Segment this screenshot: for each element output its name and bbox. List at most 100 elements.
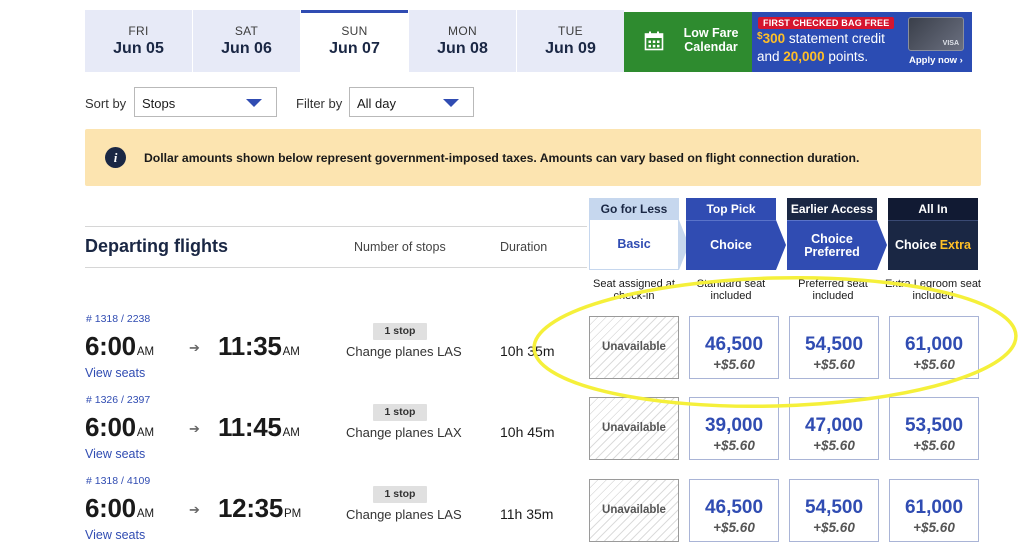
chevron-down-icon xyxy=(246,99,262,107)
depart-time-value: 6:00 xyxy=(85,412,136,442)
fare-points: 61,000 xyxy=(904,497,964,518)
date-tab-fri[interactable]: FRI Jun 05 xyxy=(85,10,192,72)
promo-line1: $300 statement credit xyxy=(757,31,885,46)
fare-choice-preferred-button[interactable]: 54,500 +$5.60 xyxy=(789,479,879,542)
change-planes: Change planes LAS xyxy=(346,344,462,359)
arrow-right-icon: ➔ xyxy=(189,502,200,517)
stops-badge: 1 stop xyxy=(373,323,427,340)
fare-choice-button[interactable]: 46,500 +$5.60 xyxy=(689,316,779,379)
arrive-ampm: AM xyxy=(282,346,300,358)
flight-duration: 11h 35m xyxy=(500,506,554,522)
apply-now-link[interactable]: Apply now › xyxy=(909,55,963,66)
arrive-ampm: AM xyxy=(282,427,300,439)
fare-header-name: Choice Extra xyxy=(888,220,978,270)
flight-duration: 10h 45m xyxy=(500,424,555,440)
stops-badge: 1 stop xyxy=(373,486,427,503)
tax-info-banner: i Dollar amounts shown below represent g… xyxy=(85,129,981,186)
flight-number: # 1318 / 2238 xyxy=(86,313,151,325)
arrive-time-value: 11:35 xyxy=(218,331,282,361)
date-tab-date: Jun 08 xyxy=(437,40,488,57)
fare-header-name: Basic xyxy=(589,220,679,270)
fare-header-choice-preferred[interactable]: Earlier Access Choice Preferred xyxy=(787,198,877,270)
view-seats-link[interactable]: View seats xyxy=(85,528,145,542)
flight-number: # 1326 / 2397 xyxy=(86,394,151,406)
fare-choice-extra-button[interactable]: 61,000 +$5.60 xyxy=(889,316,979,379)
fare-points: 47,000 xyxy=(804,415,864,436)
low-fare-label: Low Fare Calendar xyxy=(676,26,746,54)
date-tab-date: Jun 05 xyxy=(113,40,164,57)
arrive-time-value: 12:35 xyxy=(218,493,283,523)
fare-tax: +$5.60 xyxy=(713,357,755,372)
date-tab-tue[interactable]: TUE Jun 09 xyxy=(517,10,624,72)
promo-line2-suffix: points. xyxy=(824,49,869,64)
sort-value: Stops xyxy=(142,96,176,111)
fare-choice-extra-button[interactable]: 53,500 +$5.60 xyxy=(889,397,979,460)
info-icon: i xyxy=(105,147,126,168)
change-planes: Change planes LAX xyxy=(346,425,462,440)
fare-choice-button[interactable]: 39,000 +$5.60 xyxy=(689,397,779,460)
fare-choice-button[interactable]: 46,500 +$5.60 xyxy=(689,479,779,542)
section-title: Departing flights xyxy=(85,236,228,256)
col-header-duration: Duration xyxy=(500,240,548,254)
fare-basic-unavailable: Unavailable xyxy=(589,479,679,542)
fare-header-name: Choice Preferred xyxy=(787,220,877,270)
fare-tax: +$5.60 xyxy=(813,520,855,535)
depart-time-value: 6:00 xyxy=(85,493,136,523)
arrive-ampm: PM xyxy=(284,508,302,520)
banner-text: Dollar amounts shown below represent gov… xyxy=(144,151,860,165)
date-tab-sun-selected[interactable]: SUN Jun 07 xyxy=(301,10,408,72)
promo-points: 20,000 xyxy=(783,49,825,64)
filter-select[interactable]: All day xyxy=(349,87,474,117)
date-tab-dow: SUN xyxy=(341,24,368,38)
credit-card-image: VISA xyxy=(908,17,964,51)
fare-points: 46,500 xyxy=(704,497,764,518)
low-fare-calendar-button[interactable]: Low Fare Calendar xyxy=(624,12,752,72)
fare-choice-extra-button[interactable]: 61,000 +$5.60 xyxy=(889,479,979,542)
promo-line1-rest: statement credit xyxy=(785,31,885,46)
fare-header-name-main: Choice xyxy=(895,238,937,252)
fare-header-choice-extra[interactable]: All In Choice Extra xyxy=(888,198,978,270)
flight-duration: 10h 35m xyxy=(500,343,555,359)
sort-select[interactable]: Stops xyxy=(134,87,277,117)
fare-points: 54,500 xyxy=(804,334,864,355)
view-seats-link[interactable]: View seats xyxy=(85,447,145,461)
sort-label: Sort by xyxy=(85,96,127,111)
fare-header-name: Choice xyxy=(686,220,776,270)
date-tab-sat[interactable]: SAT Jun 06 xyxy=(193,10,300,72)
fare-header-top: Earlier Access xyxy=(787,198,877,220)
date-tab-date: Jun 09 xyxy=(545,40,596,57)
fare-tax: +$5.60 xyxy=(913,438,955,453)
view-seats-link[interactable]: View seats xyxy=(85,366,145,380)
date-tab-mon[interactable]: MON Jun 08 xyxy=(409,10,516,72)
date-tab-date: Jun 07 xyxy=(329,40,380,57)
divider xyxy=(85,226,587,227)
calendar-icon xyxy=(644,31,664,51)
depart-ampm: AM xyxy=(136,346,155,358)
depart-time: 6:00AM xyxy=(85,493,154,524)
promo-line2-prefix: and xyxy=(757,49,784,64)
depart-ampm: AM xyxy=(136,427,155,439)
date-tab-dow: TUE xyxy=(558,24,583,38)
fare-tax: +$5.60 xyxy=(813,438,855,453)
credit-card-promo[interactable]: FIRST CHECKED BAG FREE $300 statement cr… xyxy=(752,12,972,72)
fare-header-top: Go for Less xyxy=(589,198,679,220)
fare-header-basic[interactable]: Go for Less Basic xyxy=(589,198,679,270)
fare-points: 39,000 xyxy=(704,415,764,436)
fare-choice-preferred-button[interactable]: 47,000 +$5.60 xyxy=(789,397,879,460)
card-logo: VISA xyxy=(942,40,959,47)
flight-number: # 1318 / 4109 xyxy=(86,475,151,487)
fare-header-choice[interactable]: Top Pick Choice xyxy=(686,198,776,270)
arrow-right-icon: ➔ xyxy=(189,340,200,355)
fare-arrow xyxy=(776,220,786,270)
fare-header-top: Top Pick xyxy=(686,198,776,220)
date-tab-dow: FRI xyxy=(128,24,149,38)
fare-tax: +$5.60 xyxy=(813,357,855,372)
filter-value: All day xyxy=(357,96,397,111)
chevron-down-icon xyxy=(443,99,459,107)
arrive-time: 11:45AM xyxy=(218,412,300,443)
fare-choice-preferred-button[interactable]: 54,500 +$5.60 xyxy=(789,316,879,379)
fare-arrow xyxy=(877,220,887,270)
fare-tax: +$5.60 xyxy=(913,357,955,372)
fare-header-top: All In xyxy=(888,198,978,220)
change-planes: Change planes LAS xyxy=(346,507,462,522)
